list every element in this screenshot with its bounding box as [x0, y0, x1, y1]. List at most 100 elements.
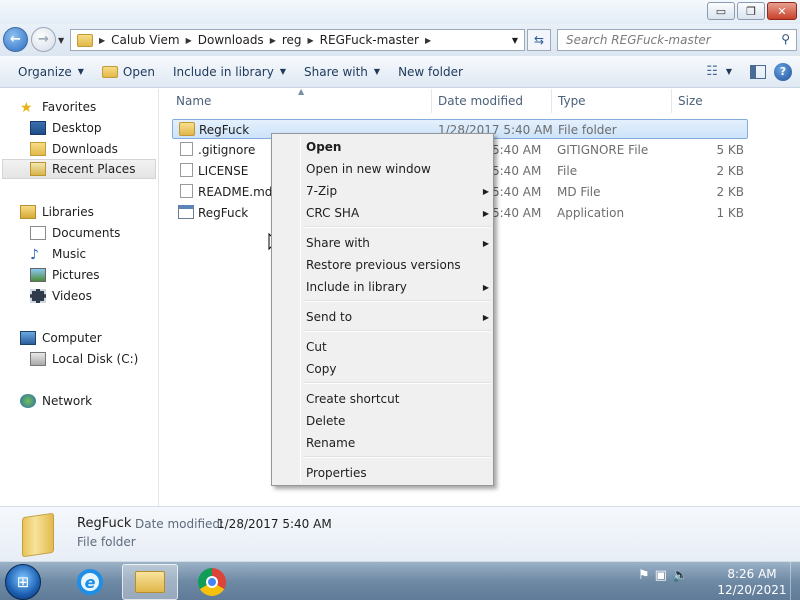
chevron-right-icon[interactable]: ▶ [97, 36, 107, 45]
start-button[interactable]: ⊞ [5, 564, 41, 600]
sidebar-item-desktop[interactable]: Desktop [30, 118, 102, 138]
menu-label: CRC SHA [306, 206, 360, 220]
address-dropdown-icon[interactable]: ▼ [512, 36, 524, 45]
organize-button[interactable]: Organize ▼ [0, 60, 93, 84]
search-input[interactable]: Search REGFuck-master ⚲ [557, 29, 797, 51]
breadcrumb-item[interactable]: Calub Viem [107, 33, 183, 47]
file-type: GITIGNORE File [557, 143, 649, 157]
sidebar-item-documents[interactable]: Documents [30, 223, 120, 243]
application-icon [178, 205, 194, 219]
show-desktop-button[interactable] [790, 562, 800, 600]
menu-label: Share with [306, 236, 370, 250]
file-type: Application [557, 206, 625, 220]
share-with-label: Share with [304, 64, 368, 79]
close-button[interactable]: ✕ [767, 2, 797, 20]
menu-label: Send to [306, 310, 353, 324]
chevron-right-icon[interactable]: ▶ [423, 36, 433, 45]
maximize-button[interactable]: ❐ [737, 2, 765, 20]
sidebar-item-recent-places[interactable]: Recent Places [2, 159, 156, 179]
include-in-library-label: Include in library [172, 64, 274, 79]
search-icon[interactable]: ⚲ [781, 32, 790, 46]
chrome-icon [198, 568, 226, 596]
sidebar-item-network[interactable]: Network [20, 391, 92, 411]
chevron-right-icon[interactable]: ▶ [306, 36, 316, 45]
clock[interactable]: 8:26 AM 12/20/2021 [712, 566, 792, 598]
chevron-right-icon[interactable]: ▶ [268, 36, 278, 45]
column-header-date-modified[interactable]: Date modified [432, 89, 552, 113]
new-folder-button[interactable]: New folder [389, 60, 472, 84]
file-name: README.md [198, 185, 273, 199]
menu-item-7zip[interactable]: 7-Zip ▶ [306, 181, 489, 201]
minimize-button[interactable]: ▭ [707, 2, 735, 20]
menu-item-open[interactable]: Open [306, 137, 489, 157]
help-icon[interactable]: ? [774, 62, 792, 81]
column-header-size[interactable]: Size [672, 89, 800, 113]
menu-item-delete[interactable]: Delete [306, 411, 489, 431]
computer-icon [20, 331, 36, 345]
recent-pages-dropdown[interactable]: ▼ [58, 36, 64, 45]
forward-button[interactable]: → [31, 27, 56, 52]
hard-drive-icon [30, 352, 46, 366]
menu-item-copy[interactable]: Copy [306, 359, 489, 379]
menu-item-rename[interactable]: Rename [306, 433, 489, 453]
action-center-icon[interactable]: ⚑ [638, 568, 650, 583]
back-button[interactable]: ← [3, 27, 28, 52]
taskbar-windows-explorer[interactable] [122, 564, 178, 600]
menu-item-send-to[interactable]: Send to ▶ [306, 307, 489, 327]
menu-label: Open in new window [306, 162, 431, 176]
sidebar-label: Downloads [52, 142, 118, 156]
menu-item-cut[interactable]: Cut [306, 337, 489, 357]
sidebar-item-computer[interactable]: Computer [20, 328, 102, 348]
file-date: 5:40 AM [492, 143, 542, 157]
open-button[interactable]: Open [93, 60, 164, 84]
file-name: .gitignore [198, 143, 256, 157]
clock-time: 8:26 AM [727, 567, 777, 581]
network-status-icon[interactable]: ▣ [655, 568, 667, 583]
breadcrumb-item[interactable]: Downloads [194, 33, 268, 47]
menu-item-open-new-window[interactable]: Open in new window [306, 159, 489, 179]
sidebar-item-local-disk[interactable]: Local Disk (C:) [30, 349, 138, 369]
sidebar-item-videos[interactable]: Videos [30, 286, 92, 306]
folder-icon [101, 65, 118, 78]
address-bar[interactable]: ▶ Calub Viem ▶ Downloads ▶ reg ▶ REGFuck… [70, 29, 525, 51]
sidebar-item-favorites[interactable]: ★ Favorites [20, 97, 96, 117]
menu-item-include-in-library[interactable]: Include in library ▶ [306, 277, 489, 297]
sidebar-item-music[interactable]: ♪ Music [30, 244, 86, 264]
chevron-right-icon[interactable]: ▶ [184, 36, 194, 45]
star-icon: ★ [20, 100, 33, 116]
menu-item-create-shortcut[interactable]: Create shortcut [306, 389, 489, 409]
menu-item-properties[interactable]: Properties [306, 463, 489, 483]
folder-large-icon [22, 512, 54, 558]
sidebar-item-libraries[interactable]: Libraries [20, 202, 94, 222]
column-header-name[interactable]: Name ▲ [160, 87, 432, 113]
chevron-down-icon[interactable]: ▼ [726, 67, 732, 76]
breadcrumb-item[interactable]: REGFuck-master [316, 33, 423, 47]
column-header-type[interactable]: Type [552, 89, 672, 113]
preview-pane-icon[interactable] [750, 64, 766, 79]
sidebar-label: Network [42, 394, 93, 408]
file-icon [180, 142, 193, 156]
taskbar-chrome[interactable] [184, 564, 240, 600]
chevron-down-icon: ▼ [279, 67, 286, 76]
breadcrumb-item[interactable]: reg [278, 33, 306, 47]
menu-label: Cut [306, 340, 327, 354]
share-with-button[interactable]: Share with ▼ [295, 60, 389, 84]
column-label: Date modified [438, 94, 524, 108]
refresh-button[interactable]: ⇆ [527, 29, 551, 51]
view-options-icon[interactable]: ☷ [706, 64, 718, 79]
column-label: Type [558, 94, 586, 108]
include-in-library-button[interactable]: Include in library ▼ [164, 60, 295, 84]
menu-item-share-with[interactable]: Share with ▶ [306, 233, 489, 253]
menu-item-restore-previous-versions[interactable]: Restore previous versions [306, 255, 489, 275]
menu-label: Rename [306, 436, 356, 450]
file-name: RegFuck [198, 206, 249, 220]
taskbar-internet-explorer[interactable]: e [62, 564, 118, 600]
volume-icon[interactable]: 🔈 [672, 568, 688, 583]
sidebar-item-pictures[interactable]: Pictures [30, 265, 100, 285]
details-type: File folder [77, 535, 136, 549]
menu-gutter [300, 136, 301, 483]
column-label: Name [176, 94, 212, 108]
menu-item-crc-sha[interactable]: CRC SHA ▶ [306, 203, 489, 223]
libraries-icon [20, 205, 36, 219]
sidebar-item-downloads[interactable]: Downloads [30, 139, 118, 159]
